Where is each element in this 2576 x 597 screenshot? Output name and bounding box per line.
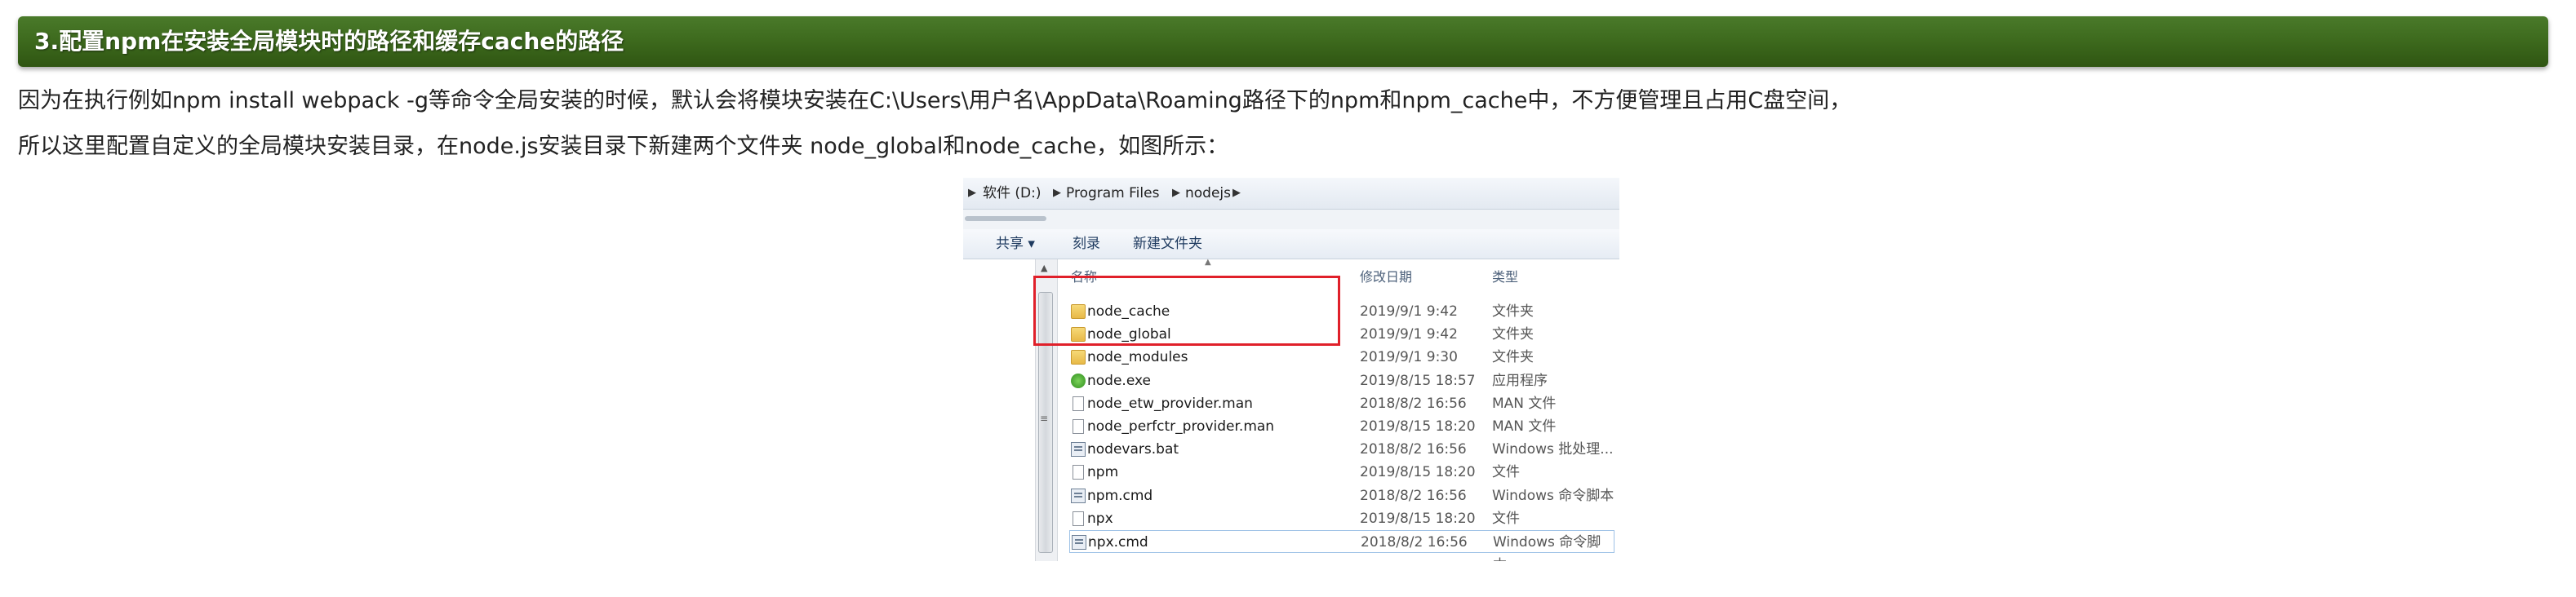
file-icon <box>1073 419 1084 434</box>
scroll-up-icon[interactable]: ▲ <box>1041 263 1047 273</box>
file-date: 2019/9/1 9:30 <box>1360 349 1458 366</box>
file-date: 2018/8/2 16:56 <box>1360 487 1467 504</box>
breadcrumb-nodejs[interactable]: nodejs <box>1185 178 1231 209</box>
file-date: 2019/8/15 18:20 <box>1360 510 1476 527</box>
toolbar: 共享 ▾ 刻录 新建文件夹 <box>963 229 1619 259</box>
file-date: 2018/8/2 16:56 <box>1360 395 1467 412</box>
folder-icon <box>1071 350 1086 365</box>
file-icon <box>1073 396 1084 411</box>
scroll-thumb[interactable] <box>965 216 1046 221</box>
file-icon <box>1073 511 1084 526</box>
breadcrumb-arrow-icon: ▶ <box>1232 187 1241 199</box>
file-date: 2019/8/15 18:57 <box>1360 372 1476 389</box>
paragraph-1: 因为在执行例如npm install webpack -g等命令全局安装的时候，… <box>18 88 1852 113</box>
file-name: nodevars.bat <box>1087 441 1179 458</box>
file-row[interactable]: npx 2019/8/15 18:20 文件 <box>1069 507 1614 530</box>
file-row[interactable]: node_perfctr_provider.man 2019/8/15 18:20… <box>1069 415 1614 438</box>
script-icon <box>1072 535 1086 550</box>
breadcrumb-arrow-icon: ▶ <box>1053 187 1061 199</box>
script-icon <box>1071 488 1086 503</box>
file-row[interactable]: node_modules 2019/9/1 9:30 文件夹 <box>1069 346 1614 369</box>
file-row[interactable]: node.exe 2019/8/15 18:57 应用程序 <box>1069 369 1614 392</box>
file-row[interactable]: npm.cmd 2018/8/2 16:56 Windows 命令脚本 <box>1069 484 1614 507</box>
file-row[interactable]: npx.cmd 2018/8/2 16:56 Windows 命令脚本 <box>1069 530 1614 561</box>
navigation-pane[interactable] <box>963 259 1035 561</box>
paragraph-2: 所以这里配置自定义的全局模块安装目录，在node.js安装目录下新建两个文件夹 … <box>18 134 1229 159</box>
file-type: MAN 文件 <box>1492 395 1557 412</box>
file-type: 文件夹 <box>1492 326 1534 343</box>
sort-arrow-icon: ▲ <box>1205 258 1211 267</box>
file-date: 2019/8/15 18:20 <box>1360 464 1476 481</box>
file-row[interactable]: node_etw_provider.man 2018/8/2 16:56 MAN 文… <box>1069 392 1614 415</box>
file-type: Windows 批处理... <box>1492 441 1614 458</box>
file-type: Windows 命令脚本 <box>1493 534 1601 561</box>
file-name: node_modules <box>1087 349 1188 366</box>
file-date: 2019/8/15 18:20 <box>1360 418 1476 435</box>
highlight-box <box>1033 276 1340 346</box>
burn-button[interactable]: 刻录 <box>1073 229 1100 259</box>
file-row[interactable]: npm 2019/8/15 18:20 文件 <box>1069 461 1614 484</box>
file-type: MAN 文件 <box>1492 418 1557 435</box>
address-bar[interactable]: ▶ 软件 (D:) ▶ Program Files ▶ nodejs ▶ <box>963 178 1619 210</box>
file-name: node_etw_provider.man <box>1087 395 1253 412</box>
script-icon <box>1071 442 1086 458</box>
breadcrumb-arrow-icon: ▶ <box>968 187 976 199</box>
file-type: 文件夹 <box>1492 303 1534 320</box>
file-name: npm.cmd <box>1087 487 1153 504</box>
file-name: npx <box>1087 510 1113 527</box>
file-name: node.exe <box>1087 372 1151 389</box>
file-type: 文件夹 <box>1492 349 1534 366</box>
file-date: 2019/9/1 9:42 <box>1360 326 1458 343</box>
file-icon <box>1073 465 1084 480</box>
file-type: 文件 <box>1492 510 1520 527</box>
file-name: npm <box>1087 464 1119 481</box>
file-type: 应用程序 <box>1492 372 1548 389</box>
file-type: 文件 <box>1492 464 1520 481</box>
share-button[interactable]: 共享 ▾ <box>996 229 1035 259</box>
column-header-date[interactable]: 修改日期 <box>1360 266 1412 285</box>
file-date: 2018/8/2 16:56 <box>1360 441 1467 458</box>
breadcrumb-drive[interactable]: 软件 (D:) <box>983 178 1042 209</box>
column-header-type[interactable]: 类型 <box>1492 266 1518 285</box>
breadcrumb-program-files[interactable]: Program Files <box>1066 178 1159 209</box>
file-name: npx.cmd <box>1088 534 1148 551</box>
file-date: 2018/8/2 16:56 <box>1361 534 1468 551</box>
new-folder-button[interactable]: 新建文件夹 <box>1133 229 1202 259</box>
file-type: Windows 命令脚本 <box>1492 487 1614 504</box>
exe-icon <box>1071 373 1086 388</box>
breadcrumb-arrow-icon: ▶ <box>1172 187 1180 199</box>
section-heading: 3.配置npm在安装全局模块时的路径和缓存cache的路径 <box>18 16 2548 67</box>
file-date: 2019/9/1 9:42 <box>1360 303 1458 320</box>
grip-icon: ≡ <box>1040 413 1049 424</box>
file-name: node_perfctr_provider.man <box>1087 418 1275 435</box>
file-row[interactable]: nodevars.bat 2018/8/2 16:56 Windows 批处理... <box>1069 438 1614 461</box>
explorer-screenshot: ▶ 软件 (D:) ▶ Program Files ▶ nodejs ▶ 共享 … <box>963 178 1619 561</box>
